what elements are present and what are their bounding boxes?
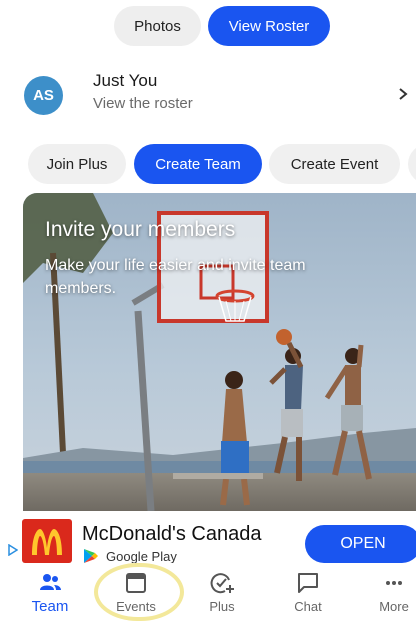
more-chip[interactable] <box>408 144 416 184</box>
create-team-button[interactable]: Create Team <box>134 144 262 184</box>
action-chips: Join Plus Create Team Create Event <box>0 144 416 184</box>
nav-plus[interactable]: Plus <box>182 563 262 622</box>
invite-members-card[interactable]: Invite your members Make your life easie… <box>23 193 416 511</box>
google-play-icon <box>84 549 98 563</box>
nav-team-label: Team <box>31 598 69 615</box>
mcdonalds-logo-icon <box>22 519 72 563</box>
nav-plus-label: Plus <box>209 599 235 614</box>
ad-open-button[interactable]: OPEN <box>305 525 416 563</box>
nav-more[interactable]: More <box>354 563 416 622</box>
roster-row[interactable]: AS Just You View the roster <box>0 68 416 122</box>
view-switcher: Photos View Roster <box>0 6 416 46</box>
avatar: AS <box>24 76 63 115</box>
join-plus-button[interactable]: Join Plus <box>28 144 126 184</box>
nav-events-label: Events <box>116 599 156 614</box>
photos-button[interactable]: Photos <box>114 6 201 46</box>
bottom-nav: Team Events Plus Chat More <box>0 563 416 622</box>
promo-title: Invite your members <box>45 218 236 241</box>
calendar-icon <box>126 573 146 593</box>
more-icon <box>386 581 402 585</box>
ad-app-name: McDonald's Canada <box>82 523 262 545</box>
nav-more-label: More <box>379 599 409 614</box>
nav-events[interactable]: Events <box>96 563 176 622</box>
roster-name: Just You <box>93 71 158 90</box>
chevron-right-icon <box>399 88 408 100</box>
nav-team[interactable]: Team <box>10 563 90 622</box>
promo-text: Make your life easier and invite team me… <box>45 257 306 297</box>
ad-choices-icon[interactable] <box>8 544 18 556</box>
plus-icon <box>210 573 234 594</box>
chat-icon <box>298 573 318 593</box>
create-event-button[interactable]: Create Event <box>269 144 400 184</box>
roster-subtitle: View the roster <box>93 95 193 112</box>
ad-banner[interactable]: McDonald's Canada Google Play OPEN <box>0 511 416 564</box>
nav-chat-label: Chat <box>294 599 322 614</box>
nav-chat[interactable]: Chat <box>268 563 348 622</box>
view-roster-button[interactable]: View Roster <box>208 6 330 46</box>
team-icon <box>40 574 61 590</box>
ad-store-label: Google Play <box>106 549 177 564</box>
